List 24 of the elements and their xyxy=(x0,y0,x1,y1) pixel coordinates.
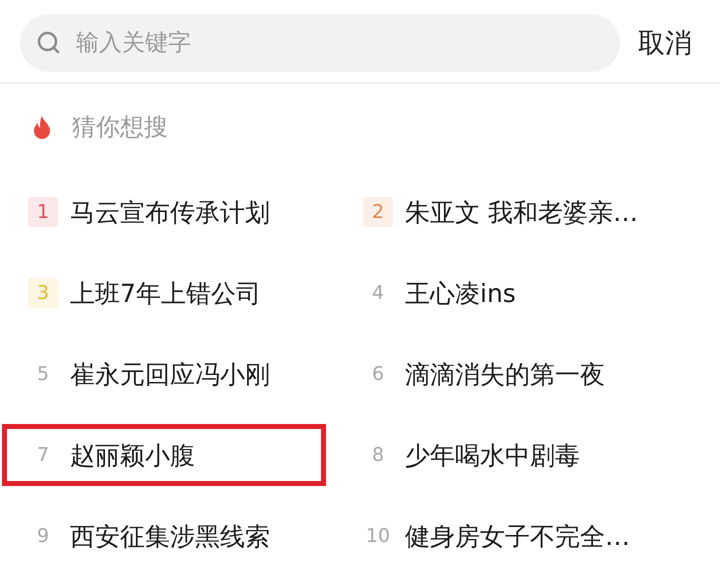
rank-badge: 3 xyxy=(28,278,58,308)
rank-badge: 1 xyxy=(28,197,58,227)
flame-icon xyxy=(32,115,52,139)
search-suggestion[interactable]: 2 朱亚文 我和老婆亲… xyxy=(358,181,698,243)
rank-number: 4 xyxy=(370,281,386,306)
search-field[interactable]: 输入关键字 xyxy=(20,14,620,72)
cancel-button[interactable]: 取消 xyxy=(638,25,692,61)
rank-number: 6 xyxy=(370,362,386,387)
search-suggestion[interactable]: 7 赵丽颖小腹 xyxy=(2,424,326,486)
search-suggestion[interactable]: 10 健身房女子不完全… xyxy=(358,505,698,567)
search-suggestion[interactable]: 4 王心凌ins xyxy=(358,262,698,324)
search-suggestion[interactable]: 8 少年喝水中剧毒 xyxy=(358,424,698,486)
section-title: 猜你想搜 xyxy=(72,112,168,143)
search-suggestion[interactable]: 1 马云宣布传承计划 xyxy=(2,181,326,243)
search-suggestion[interactable]: 9 西安征集涉黑线索 xyxy=(2,505,326,567)
search-suggestion[interactable]: 3 上班7年上错公司 xyxy=(2,262,326,324)
rank-badge: 2 xyxy=(363,197,393,227)
search-suggestion[interactable]: 5 崔永元回应冯小刚 xyxy=(2,343,326,405)
rank-number: 8 xyxy=(370,443,386,468)
rank-number: 9 xyxy=(36,524,50,549)
rank-number: 10 xyxy=(364,524,392,549)
search-suggestion[interactable]: 6 滴滴消失的第一夜 xyxy=(358,343,698,405)
rank-number: 7 xyxy=(36,443,50,468)
rank-number: 5 xyxy=(36,362,50,387)
